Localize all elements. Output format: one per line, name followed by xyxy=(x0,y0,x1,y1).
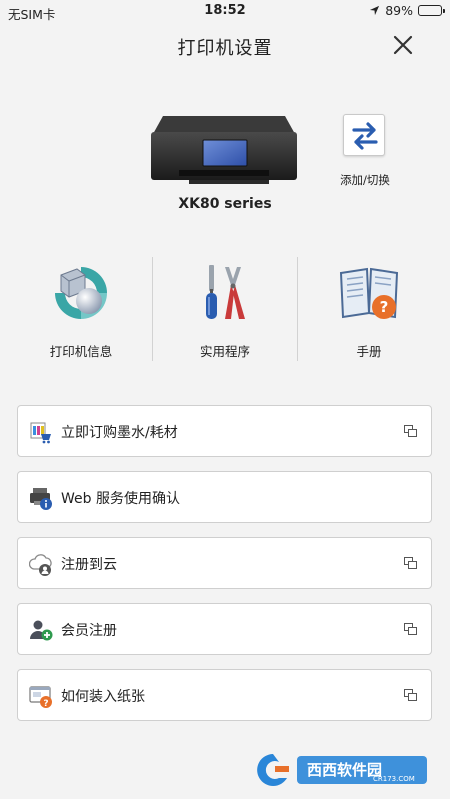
menu-item-load-paper[interactable]: ? 如何装入纸张 xyxy=(17,669,432,721)
tool-utility[interactable]: 实用程序 xyxy=(156,255,294,365)
ink-order-icon xyxy=(30,422,51,444)
watermark-logo-graphic: 西西软件园 CR173.COM xyxy=(257,754,427,786)
watermark-subtext: CR173.COM xyxy=(373,775,415,783)
switch-printer-button[interactable] xyxy=(343,114,385,156)
member-register-icon xyxy=(30,620,53,641)
tool-manual[interactable]: ? 手册 xyxy=(300,255,438,365)
svg-text:?: ? xyxy=(43,699,48,708)
web-service-icon xyxy=(30,488,52,510)
tool-printer-info[interactable]: 打印机信息 xyxy=(12,255,150,365)
printer-area: XK80 series 添加/切换 xyxy=(0,100,450,220)
external-link-icon xyxy=(404,623,417,635)
divider xyxy=(297,257,298,361)
watermark-text: 西西软件园 xyxy=(307,761,382,779)
watermark-logo: 西西软件园 CR173.COM xyxy=(253,750,431,790)
manual-icon: ? xyxy=(339,267,399,319)
tool-label: 实用程序 xyxy=(199,344,250,359)
battery-icon xyxy=(418,5,445,16)
menu-item-label: Web 服务使用确认 xyxy=(61,491,180,507)
menu-item-order-ink[interactable]: 立即订购墨水/耗材 xyxy=(17,405,432,457)
cloud-register-icon xyxy=(29,554,52,576)
external-link-icon xyxy=(404,689,417,701)
tool-label: 打印机信息 xyxy=(49,344,113,359)
menu-item-label: 如何装入纸张 xyxy=(61,689,145,705)
close-icon[interactable] xyxy=(392,34,414,56)
menu-item-register-cloud[interactable]: 注册到云 xyxy=(17,537,432,589)
status-bar: 无SIM卡 18:52 89% xyxy=(0,0,450,24)
tool-label: 手册 xyxy=(356,344,382,359)
menu-item-member-register[interactable]: 会员注册 xyxy=(17,603,432,655)
swap-arrows-icon xyxy=(352,122,378,150)
external-link-icon xyxy=(404,557,417,569)
page-title: 打印机设置 xyxy=(177,38,273,59)
printer-image xyxy=(151,116,297,184)
printer-name: XK80 series xyxy=(178,196,272,212)
menu-item-label: 会员注册 xyxy=(61,623,117,639)
utility-tools-icon xyxy=(206,265,245,319)
printer-info-icon xyxy=(55,267,107,319)
switch-printer-label[interactable]: 添加/切换 xyxy=(330,172,400,188)
header: 打印机设置 xyxy=(0,28,450,64)
status-right: 89% xyxy=(369,3,445,18)
battery-percent: 89% xyxy=(385,3,413,18)
menu-item-web-service[interactable]: Web 服务使用确认 xyxy=(17,471,432,523)
divider xyxy=(152,257,153,361)
menu-item-label: 注册到云 xyxy=(61,557,117,573)
svg-text:?: ? xyxy=(380,298,389,316)
location-arrow-icon xyxy=(370,5,380,16)
load-paper-icon: ? xyxy=(29,686,52,708)
tools-row: 打印机信息 实用程序 ? 手册 xyxy=(0,255,450,365)
menu-list: 立即订购墨水/耗材 Web 服务使用确认 注册到云 会员注册 ? 如何装入纸张 xyxy=(17,405,432,735)
menu-item-label: 立即订购墨水/耗材 xyxy=(61,425,178,441)
external-link-icon xyxy=(404,425,417,437)
